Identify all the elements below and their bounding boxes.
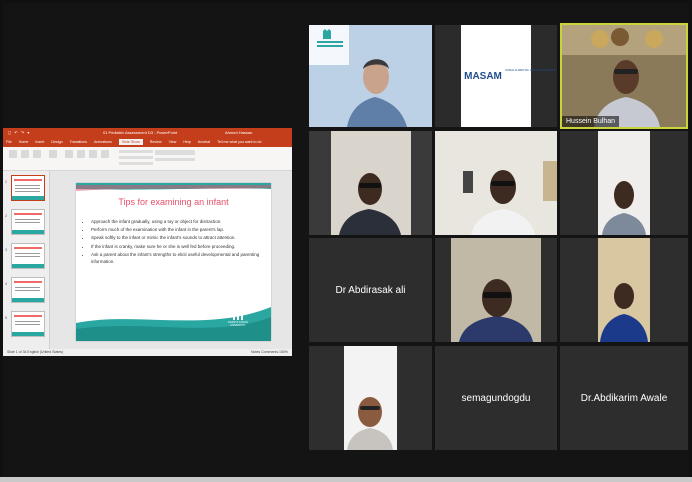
video-tile[interactable] (309, 131, 432, 235)
participant-video (309, 131, 432, 235)
ribbon-tab[interactable]: Help (183, 140, 190, 144)
use-timings-checkbox[interactable] (119, 156, 153, 159)
video-tile[interactable] (309, 346, 432, 450)
setup-slideshow-icon[interactable] (65, 150, 73, 158)
participant-video (562, 25, 686, 127)
from-beginning-icon[interactable] (9, 150, 17, 158)
ppt-user: Ahmed Hassan (225, 130, 253, 135)
video-tile-active-speaker[interactable]: Hussein Bulhan (560, 23, 688, 129)
slide-thumbnail[interactable] (11, 311, 45, 337)
masam-logo-text: MASAM (464, 71, 502, 82)
video-tile[interactable] (309, 25, 432, 127)
participant-video (309, 346, 432, 450)
slide-bullet: Approach the infant gradually, using a t… (91, 219, 271, 226)
status-left: Slide 1 of 34 English (United States) (7, 350, 64, 354)
ribbon-tab[interactable]: Animations (94, 140, 112, 144)
current-slide[interactable]: Tips for examining an infant Approach th… (76, 183, 271, 341)
university-logo-icon (233, 313, 243, 320)
ribbon-tab[interactable]: File (6, 140, 12, 144)
slide-thumbnails: 1 2 3 4 5 (3, 171, 50, 349)
quick-access-icons[interactable]: ◻ ↶ ↷ ▾ (8, 128, 30, 137)
ribbon-tab[interactable]: Home (19, 140, 29, 144)
video-tile[interactable] (435, 131, 557, 235)
ribbon-tab[interactable]: Transitions (70, 140, 87, 144)
rehearse-timings-icon[interactable] (89, 150, 97, 158)
ppt-workspace: 1 2 3 4 5 Tips for examining an infant A… (3, 171, 292, 349)
ribbon-tab[interactable]: Insert (35, 140, 44, 144)
zoom-bottom-edge (0, 477, 692, 482)
slide-thumbnail[interactable] (11, 277, 45, 303)
status-right[interactable]: Notes Comments 150% (251, 349, 288, 356)
ppt-ribbon-tabs: File Home Insert Design Transitions Animation… (3, 137, 292, 147)
video-tile-no-video[interactable]: Dr Abdirasak ali (309, 238, 432, 342)
video-tile[interactable] (560, 131, 688, 235)
ribbon-tab[interactable]: Acrobat (198, 140, 210, 144)
participant-name: Dr Abdirasak ali (335, 285, 406, 296)
video-tile-no-video[interactable]: semagundogdu (435, 346, 557, 450)
slide-bullet: If the infant is cranky, make sure he or… (91, 244, 271, 251)
slide-thumbnail[interactable] (11, 175, 45, 201)
ppt-status-bar: Slide 1 of 34 English (United States) No… (3, 349, 292, 356)
slide-thumbnail[interactable] (11, 243, 45, 269)
participant-name: semagundogdu (461, 393, 531, 404)
participant-video (435, 238, 557, 342)
ribbon-tab[interactable]: View (169, 140, 177, 144)
slide-title: Tips for examining an infant (118, 197, 229, 207)
ribbon-tab[interactable]: Slide Show (118, 139, 143, 145)
video-tile[interactable] (560, 238, 688, 342)
participant-name: Hussein Bulhan (562, 116, 620, 127)
svg-text:SOMALIA MENTAL HEALTH NETWORK: SOMALIA MENTAL HEALTH NETWORK (505, 68, 556, 72)
ppt-window-title: 01 Pediatric Assessment D3 - PowerPoint (103, 130, 178, 135)
video-tile[interactable] (435, 238, 557, 342)
ribbon-tab[interactable]: Tell me what you want to do (217, 140, 261, 144)
participant-name: Dr.Abdikarim Awale (580, 393, 668, 404)
ppt-title-bar: ◻ ↶ ↷ ▾ 01 Pediatric Assessment D3 - Pow… (3, 128, 292, 137)
shared-screen-powerpoint[interactable]: ◻ ↶ ↷ ▾ 01 Pediatric Assessment D3 - Pow… (3, 128, 292, 356)
monitor-select[interactable] (155, 150, 195, 155)
slide-bullet: Perform much of the examination with the… (91, 227, 271, 234)
slide-bullet: Speak softly to the infant or mimic the … (91, 235, 271, 242)
ribbon-tab[interactable]: Design (51, 140, 62, 144)
ppt-ribbon (3, 147, 292, 171)
record-slideshow-icon[interactable] (101, 150, 109, 158)
video-tile-no-video[interactable]: Dr.Abdikarim Awale (560, 346, 688, 450)
from-current-icon[interactable] (21, 150, 29, 158)
ribbon-tab[interactable]: Review (150, 140, 162, 144)
presenter-view-checkbox[interactable] (155, 158, 195, 161)
show-media-controls-checkbox[interactable] (119, 162, 153, 165)
hide-slide-icon[interactable] (77, 150, 85, 158)
university-logo: FRANTZ FANON UNIVERSITY (225, 312, 251, 327)
participant-video (435, 131, 557, 235)
participant-video (560, 131, 688, 235)
slide-thumbnail[interactable] (11, 209, 45, 235)
participant-video (309, 25, 432, 127)
play-narrations-checkbox[interactable] (119, 150, 153, 153)
masam-logo-video: MASAM SOMALIA MENTAL HEALTH NETWORK (461, 25, 556, 127)
present-online-icon[interactable] (33, 150, 41, 158)
slide-bullet: Ask a parent about the infant's strength… (91, 252, 271, 265)
video-tile[interactable]: MASAM SOMALIA MENTAL HEALTH NETWORK (435, 25, 557, 127)
slide-bullets: Approach the infant gradually, using a t… (86, 219, 271, 267)
custom-show-icon[interactable] (49, 150, 57, 158)
participant-video (560, 238, 688, 342)
